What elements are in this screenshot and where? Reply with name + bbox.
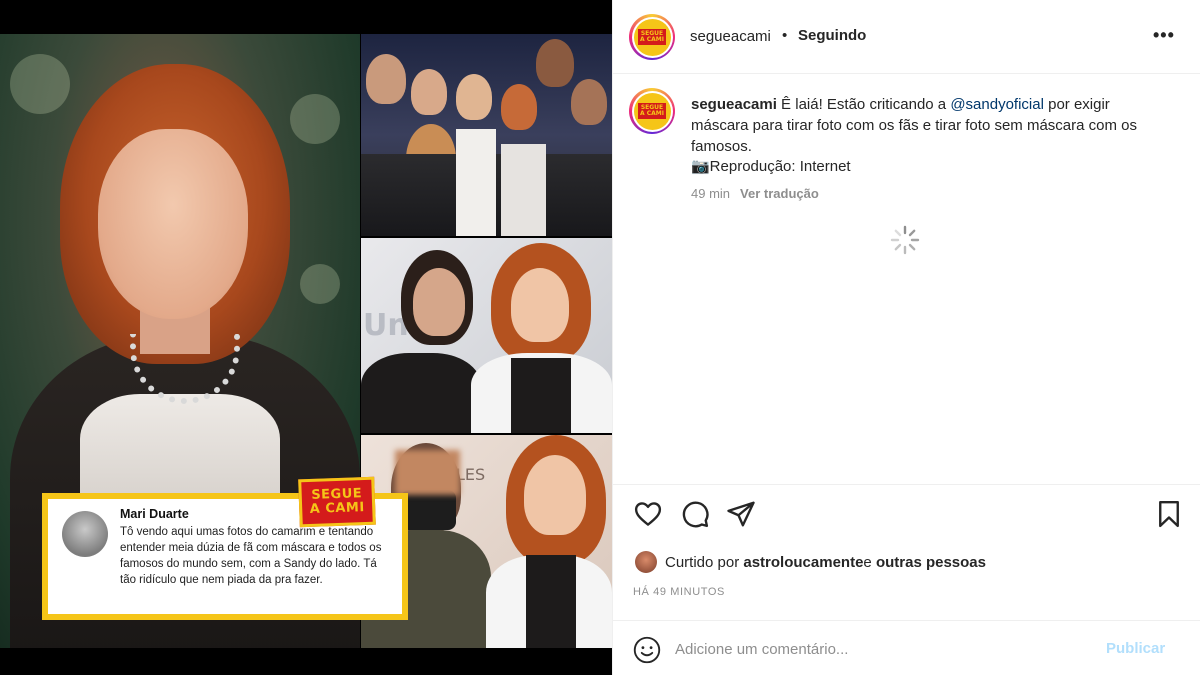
brand-logo-badge: SEGUE A CAMI xyxy=(298,476,376,528)
commenter-avatar xyxy=(62,511,108,557)
quoted-comment-text: Tô vendo aqui umas fotos do camarim e te… xyxy=(120,526,382,586)
person-face xyxy=(524,455,586,535)
black-top xyxy=(361,353,481,433)
spinner-icon xyxy=(890,225,920,255)
person xyxy=(571,79,607,125)
avatar-logo: SEGUE A CAMI xyxy=(633,18,671,56)
white-shirt xyxy=(501,144,546,236)
paper-plane-icon[interactable] xyxy=(726,499,756,529)
post-actions-bar xyxy=(613,484,1200,544)
liked-by-middle: e xyxy=(863,553,872,571)
media-letterbox-top xyxy=(0,0,612,34)
bokeh-light xyxy=(300,264,340,304)
caption-meta: 49 min Ver tradução xyxy=(691,186,819,201)
bookmark-icon[interactable] xyxy=(1154,499,1184,529)
face-mask xyxy=(401,490,456,530)
profile-avatar[interactable]: SEGUE A CAMI xyxy=(629,14,675,60)
duo-photo: Uni xyxy=(361,238,612,433)
publish-button[interactable]: Publicar xyxy=(1106,640,1165,657)
person xyxy=(411,69,447,115)
liker-avatar[interactable] xyxy=(635,551,657,573)
brand-logo-line2: A CAMI xyxy=(309,500,365,517)
person xyxy=(366,54,406,104)
person xyxy=(456,74,492,120)
liked-by-others[interactable]: outras pessoas xyxy=(876,554,986,571)
caption-mention-link[interactable]: @sandyoficial xyxy=(950,96,1044,113)
person-face xyxy=(511,268,569,342)
post-caption: segueacami Ê laiá! Estão criticando a @s… xyxy=(691,94,1171,157)
post-media[interactable]: Uni LES Mari Duarte Tô vendo aqui umas f… xyxy=(0,0,612,675)
person xyxy=(501,84,537,130)
post-header: SEGUE A CAMI segueacami • Seguindo ••• xyxy=(613,0,1200,74)
add-comment-bar: Publicar xyxy=(613,620,1200,675)
liked-by-row: Curtido por astroloucamente e outras pes… xyxy=(635,549,986,575)
see-translation-link[interactable]: Ver tradução xyxy=(740,186,819,201)
caption-avatar[interactable]: SEGUE A CAMI xyxy=(629,88,675,134)
following-button[interactable]: Seguindo xyxy=(798,27,866,44)
post-timestamp[interactable]: HÁ 49 MINUTOS xyxy=(633,586,725,598)
person xyxy=(536,39,574,87)
caption-text-start: Ê laiá! Estão criticando a xyxy=(776,96,951,113)
comment-icon[interactable] xyxy=(680,499,710,529)
black-shirt xyxy=(526,555,576,648)
person-face xyxy=(413,268,465,336)
censor-blur xyxy=(395,450,460,495)
bokeh-light xyxy=(10,54,70,114)
portrait-face xyxy=(98,129,248,319)
more-options-icon[interactable]: ••• xyxy=(1153,25,1175,46)
avatar-logo: SEGUE A CAMI xyxy=(633,92,671,130)
media-letterbox-bottom xyxy=(0,648,612,675)
caption-credit: 📷Reprodução: Internet xyxy=(691,158,851,175)
header-separator: • xyxy=(782,27,788,44)
post-side-panel: SEGUE A CAMI segueacami • Seguindo ••• SE… xyxy=(612,0,1200,675)
header-username[interactable]: segueacami xyxy=(690,28,771,45)
bokeh-light xyxy=(290,94,340,144)
liked-by-prefix: Curtido por xyxy=(665,553,740,571)
caption-username[interactable]: segueacami xyxy=(691,96,777,113)
post-age: 49 min xyxy=(691,186,731,201)
liked-by-user[interactable]: astroloucamente xyxy=(743,554,863,571)
avatar-logo-line2: A CAMI xyxy=(640,110,664,117)
white-shirt xyxy=(456,129,496,236)
heart-icon[interactable] xyxy=(633,499,663,529)
group-photo xyxy=(361,34,612,236)
comment-input[interactable] xyxy=(675,633,1075,665)
avatar-logo-line2: A CAMI xyxy=(640,36,664,43)
black-shirt xyxy=(511,358,571,433)
emoji-icon[interactable] xyxy=(633,636,661,664)
